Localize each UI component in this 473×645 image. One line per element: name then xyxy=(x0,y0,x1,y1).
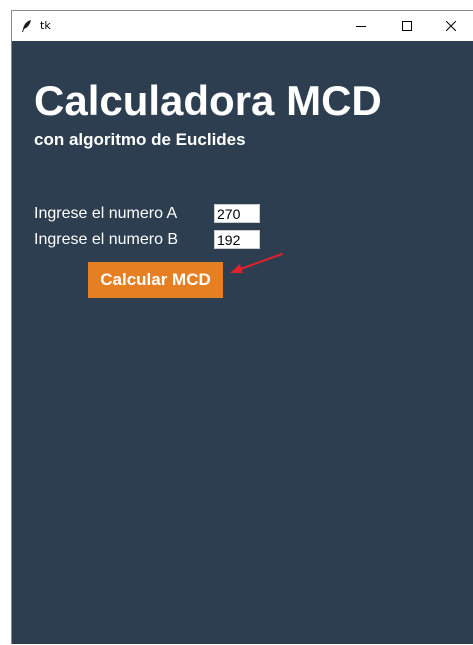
number-a-input[interactable] xyxy=(214,204,260,223)
window-title: tk xyxy=(40,19,51,32)
app-window: tk Calculadora MCD con algoritmo de Eucl… xyxy=(11,10,473,644)
maximize-icon xyxy=(402,21,412,31)
title-bar: tk xyxy=(12,11,473,41)
close-button[interactable] xyxy=(428,11,473,41)
red-arrow-annotation xyxy=(230,253,283,273)
minimize-icon xyxy=(356,26,366,27)
number-a-label: Ingrese el numero A xyxy=(34,205,178,222)
number-b-label: Ingrese el numero B xyxy=(34,231,179,248)
close-icon xyxy=(446,21,456,31)
app-content: Calculadora MCD con algoritmo de Euclide… xyxy=(12,41,473,645)
page-subtitle: con algoritmo de Euclides xyxy=(34,130,246,149)
minimize-button[interactable] xyxy=(338,11,384,41)
calculate-mcd-button[interactable]: Calcular MCD xyxy=(88,262,223,298)
maximize-button[interactable] xyxy=(384,11,430,41)
feather-icon xyxy=(22,20,31,32)
page-title: Calculadora MCD xyxy=(34,77,382,124)
desktop-margin xyxy=(0,0,11,644)
number-b-input[interactable] xyxy=(214,230,260,249)
